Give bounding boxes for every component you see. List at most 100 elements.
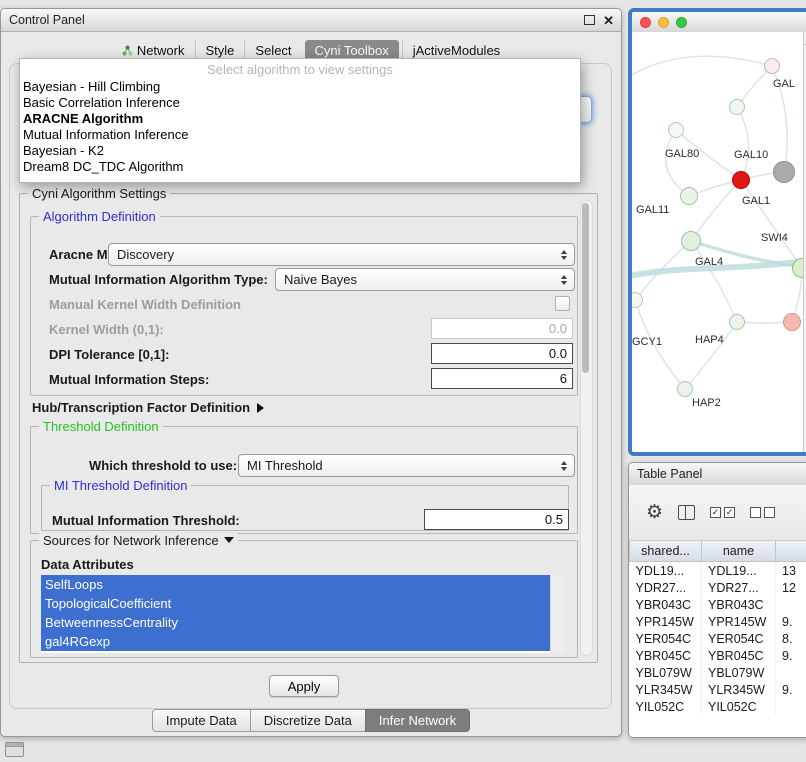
table-panel-window: Table Panel ⚙ ✓ ✓ shared... name [628,462,806,738]
restore-panel-icon[interactable] [5,742,24,757]
gear-icon[interactable]: ⚙ [646,503,663,522]
dropdown-prompt: Select algorithm to view settings [20,61,580,79]
window-controls: ✕ [584,9,614,31]
graph-node-label: GCY1 [632,336,662,348]
table-row[interactable]: YBR043CYBR043C [630,596,806,613]
mi-algorithm-type-select[interactable]: Naive Bayes [275,268,575,291]
table-row[interactable]: YER054CYER054C8. [630,630,806,647]
network-window-titlebar[interactable] [632,12,806,33]
graph-node-label: SWI4 [761,232,788,244]
network-view-window: GALGAL80GAL10GAL11GAL1SWI4GAL4GCY1HAP4HA… [628,8,806,456]
graph-node-label: GAL80 [665,148,699,160]
apply-button[interactable]: Apply [269,675,339,697]
mi-threshold-label: Mutual Information Threshold: [52,513,240,528]
dpi-tolerance-label: DPI Tolerance [0,1]: [49,347,169,362]
mi-steps-field[interactable] [431,368,573,389]
mi-algorithm-type-label: Mutual Information Algorithm Type: [49,272,268,287]
tab-impute-data[interactable]: Impute Data [152,709,251,732]
dropdown-item[interactable]: Dream8 DC_TDC Algorithm [20,159,580,175]
table-row[interactable]: YDR27...YDR27...12 [630,579,806,596]
graph-node-label: GAL1 [742,195,770,207]
column-chooser-icon[interactable] [678,505,695,520]
manual-kernel-width-checkbox[interactable] [555,296,570,311]
threshold-definition-title: Threshold Definition [39,419,163,434]
dropdown-item[interactable]: Bayesian - Hill Climbing [20,79,580,95]
sources-title: Sources for Network Inference [39,533,238,548]
float-window-icon[interactable] [584,15,595,25]
network-canvas[interactable]: GALGAL80GAL10GAL11GAL1SWI4GAL4GCY1HAP4HA… [632,32,806,452]
table-row[interactable]: YBL079WYBL079W [630,664,806,681]
table-row[interactable]: YIL052CYIL052C [630,698,806,715]
kernel-width-label: Kernel Width (0,1): [49,322,164,337]
table-panel-titlebar[interactable]: Table Panel [629,463,806,486]
dpi-tolerance-field[interactable] [431,343,573,364]
table-row[interactable]: YDL19...YDL19...13 [630,562,806,580]
combo-arrows-icon [556,250,571,260]
attribute-item-selected[interactable]: gal4RGexp [41,632,551,651]
combo-arrows-icon [556,461,571,471]
column-header-shared-name[interactable]: shared... [630,541,702,562]
dropdown-item[interactable]: Mutual Information Inference [20,127,580,143]
select-all-columns-icon[interactable]: ✓ ✓ [710,507,735,518]
graph-node[interactable] [668,122,684,138]
attribute-list-scrollbar[interactable] [550,575,565,653]
graph-node[interactable] [773,161,795,183]
table-panel-toolbar: ⚙ ✓ ✓ [629,485,806,541]
table-row[interactable]: YLR345WYLR345W9. [630,681,806,698]
kernel-width-field[interactable] [431,318,573,339]
dropdown-item[interactable]: Bayesian - K2 [20,143,580,159]
column-header-cut[interactable] [776,541,806,562]
hub-definition-label: Hub/Transcription Factor Definition [32,400,250,415]
graph-node[interactable] [732,171,750,189]
table-row[interactable]: YPR145WYPR145W9. [630,613,806,630]
cyni-mode-tabs: Impute Data Discretize Data Infer Networ… [1,709,621,732]
graph-node-label: HAP4 [695,334,724,346]
network-tab-icon [122,45,133,56]
close-traffic-light[interactable] [640,17,651,28]
mi-threshold-field[interactable] [424,509,569,530]
dropdown-item[interactable]: Basic Correlation Inference [20,95,580,111]
attribute-item-selected[interactable]: SelfLoops [41,575,551,594]
column-header-name[interactable]: name [702,541,776,562]
control-panel-window: Control Panel ✕ Network Style Select Cyn… [0,8,622,737]
settings-scrollbar-thumb[interactable] [582,203,589,373]
attribute-item-selected[interactable]: TopologicalCoefficient [41,594,551,613]
table-panel-title: Table Panel [629,467,702,481]
aracne-mode-select[interactable]: Discovery [108,243,575,266]
node-table-body: YDL19...YDL19...13YDR27...YDR27...12YBR0… [630,562,806,716]
mi-threshold-definition-group: MI Threshold Definition Mutual Informati… [41,485,569,531]
node-table: shared... name YDL19...YDL19...13YDR27..… [629,541,806,737]
algorithm-definition-group: Algorithm Definition Aracne Mode: Discov… [30,216,578,396]
settings-group-title: Cyni Algorithm Settings [28,186,170,201]
graph-node[interactable] [680,187,698,205]
graph-node[interactable] [677,381,693,397]
dropdown-item-highlighted[interactable]: ARACNE Algorithm [20,111,580,127]
graph-node[interactable] [729,99,745,115]
manual-kernel-width-label: Manual Kernel Width Definition [49,297,241,312]
graph-node[interactable] [681,231,701,251]
collapse-down-icon [224,537,234,543]
deselect-all-columns-icon[interactable] [750,507,775,518]
tab-discretize-data[interactable]: Discretize Data [250,709,366,732]
tab-infer-network[interactable]: Infer Network [365,709,470,732]
attribute-item-selected[interactable]: BetweennessCentrality [41,613,551,632]
mi-steps-label: Mutual Information Steps: [49,372,209,387]
control-panel-titlebar[interactable]: Control Panel ✕ [1,9,621,32]
table-row[interactable]: YBR045CYBR045C9. [630,647,806,664]
graph-node-label: GAL10 [734,149,768,161]
close-icon[interactable]: ✕ [603,14,614,27]
screen: Control Panel ✕ Network Style Select Cyn… [0,0,806,762]
graph-node-label: GAL11 [636,204,669,216]
minimize-traffic-light[interactable] [658,17,669,28]
graph-node[interactable] [729,314,745,330]
which-threshold-label: Which threshold to use: [89,458,237,473]
settings-scrollbar[interactable] [580,200,593,656]
zoom-traffic-light[interactable] [676,17,687,28]
graph-node[interactable] [783,313,801,331]
algorithm-definition-title: Algorithm Definition [39,209,160,224]
graph-node[interactable] [764,58,780,74]
control-panel-title: Control Panel [1,13,85,27]
combo-arrows-icon [556,275,571,285]
hub-definition-expander[interactable]: Hub/Transcription Factor Definition [32,400,264,415]
which-threshold-select[interactable]: MI Threshold [238,454,575,477]
